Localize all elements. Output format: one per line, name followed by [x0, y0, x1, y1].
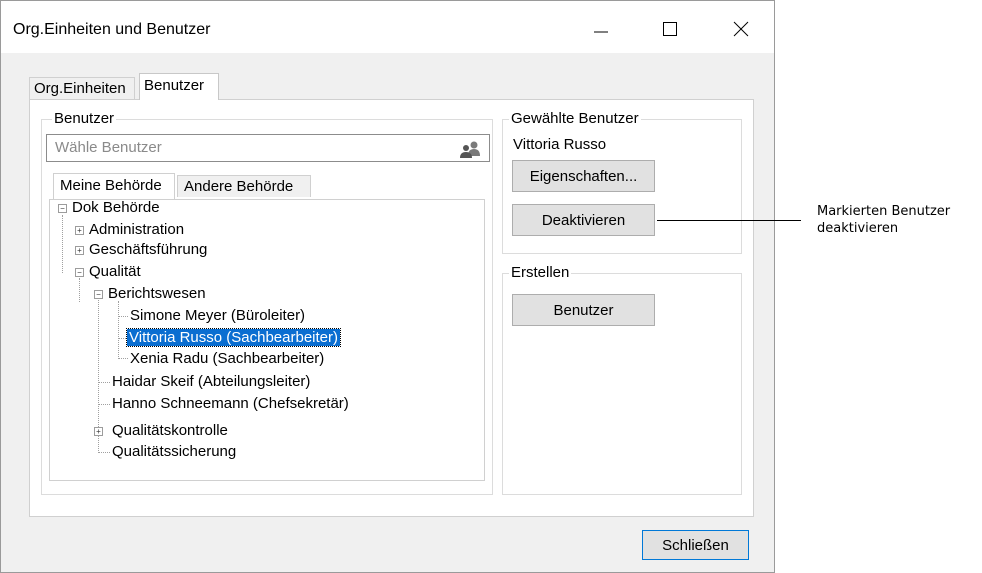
tree-node-berichtswesen[interactable]: − Berichtswesen	[94, 284, 206, 303]
tree-node-label: Qualitätskontrolle	[112, 422, 228, 439]
tree-node-label: Geschäftsführung	[89, 241, 208, 258]
search-placeholder: Wähle Benutzer	[55, 139, 162, 156]
collapse-icon[interactable]: −	[75, 268, 84, 277]
minimize-icon	[594, 31, 608, 33]
dialog-window: Org.Einheiten und Benutzer Org.Einheiten…	[0, 0, 775, 573]
tree-line	[98, 452, 110, 453]
selected-users-legend: Gewählte Benutzer	[509, 110, 641, 128]
tree-line	[62, 215, 63, 273]
tree-node-label: Simone Meyer (Büroleiter)	[130, 307, 306, 324]
window-title: Org.Einheiten und Benutzer	[13, 21, 211, 38]
tab-meine-behoerde-label: Meine Behörde	[60, 177, 162, 194]
close-window-button[interactable]	[718, 9, 764, 49]
tree-node-label: Berichtswesen	[108, 285, 206, 302]
tree-node-label: Hanno Schneemann (Chefsekretär)	[112, 395, 349, 412]
deactivate-button[interactable]: Deaktivieren	[512, 204, 655, 236]
tab-benutzer-label: Benutzer	[144, 77, 205, 94]
tab-meine-behoerde[interactable]: Meine Behörde	[53, 173, 175, 199]
annotation-leader-line	[657, 220, 801, 221]
properties-button-label: Eigenschaften...	[529, 167, 638, 185]
benutzer-group-legend: Benutzer	[52, 110, 117, 128]
close-button[interactable]: Schließen	[642, 530, 749, 560]
tree-node-qualitaetskontrolle[interactable]: + Qualitätskontrolle	[94, 421, 228, 440]
tree-node-label: Qualitätssicherung	[112, 443, 237, 460]
create-group-legend: Erstellen	[509, 264, 572, 282]
properties-button[interactable]: Eigenschaften...	[512, 160, 655, 192]
close-button-label: Schließen	[662, 536, 729, 554]
tree-node-qualitaet[interactable]: − Qualität	[75, 262, 141, 281]
tree-line	[98, 382, 110, 383]
tab-org-einheiten[interactable]: Org.Einheiten	[29, 77, 135, 99]
annotation-line2: deaktivieren	[817, 221, 899, 236]
tree-line	[118, 316, 128, 317]
tree-line	[79, 278, 80, 302]
expand-icon[interactable]: +	[75, 226, 84, 235]
tree-node-label: Haidar Skeif (Abteilungsleiter)	[112, 373, 311, 390]
tree-line	[118, 358, 128, 359]
tab-benutzer[interactable]: Benutzer	[139, 73, 219, 100]
expand-icon[interactable]: +	[94, 427, 103, 436]
tree-node-xenia-radu[interactable]: Xenia Radu (Sachbearbeiter)	[130, 349, 324, 368]
expand-icon[interactable]: +	[75, 246, 84, 255]
tree-node-haidar-skeif[interactable]: Haidar Skeif (Abteilungsleiter)	[112, 372, 310, 391]
tree-node-label: Xenia Radu (Sachbearbeiter)	[130, 350, 325, 367]
tree-node-qualitaetssicherung[interactable]: Qualitätssicherung	[112, 442, 236, 461]
tree-node-hanno-schneemann[interactable]: Hanno Schneemann (Chefsekretär)	[112, 394, 349, 413]
tab-andere-behoerde-label: Andere Behörde	[184, 178, 294, 195]
maximize-icon	[663, 22, 677, 36]
collapse-icon[interactable]: −	[94, 290, 103, 299]
tree-line	[98, 404, 110, 405]
tree-node-administration[interactable]: + Administration	[75, 220, 184, 239]
minimize-button[interactable]	[578, 9, 624, 49]
tree-node-dok-behoerde[interactable]: − Dok Behörde	[58, 198, 160, 217]
deactivate-button-label: Deaktivieren	[541, 211, 626, 229]
user-search-input[interactable]: Wähle Benutzer	[46, 134, 490, 162]
users-icon	[460, 141, 480, 158]
tree-node-geschaeftsfuehrung[interactable]: + Geschäftsführung	[75, 240, 207, 259]
tab-org-einheiten-label: Org.Einheiten	[34, 80, 126, 97]
tree-line	[118, 301, 119, 359]
create-user-button[interactable]: Benutzer	[512, 294, 655, 326]
tree-node-vittoria-russo[interactable]: Vittoria Russo (Sachbearbeiter)	[126, 328, 341, 347]
tree-node-label-selected: Vittoria Russo (Sachbearbeiter)	[126, 328, 341, 347]
maximize-button[interactable]	[647, 9, 693, 49]
tab-andere-behoerde[interactable]: Andere Behörde	[177, 175, 311, 197]
tree-node-simone-meyer[interactable]: Simone Meyer (Büroleiter)	[130, 306, 305, 325]
tree-node-label: Dok Behörde	[72, 199, 160, 216]
title-bar: Org.Einheiten und Benutzer	[1, 1, 774, 53]
annotation-line1: Markierten Benutzer	[817, 204, 951, 219]
tree-node-label: Administration	[89, 221, 185, 238]
selected-user-name: Vittoria Russo	[513, 136, 607, 153]
tree-node-label: Qualität	[89, 263, 141, 280]
create-user-button-label: Benutzer	[553, 301, 614, 319]
collapse-icon[interactable]: −	[58, 204, 67, 213]
annotation-callout: Markierten Benutzer deaktivieren	[817, 203, 950, 237]
close-icon	[733, 21, 749, 37]
